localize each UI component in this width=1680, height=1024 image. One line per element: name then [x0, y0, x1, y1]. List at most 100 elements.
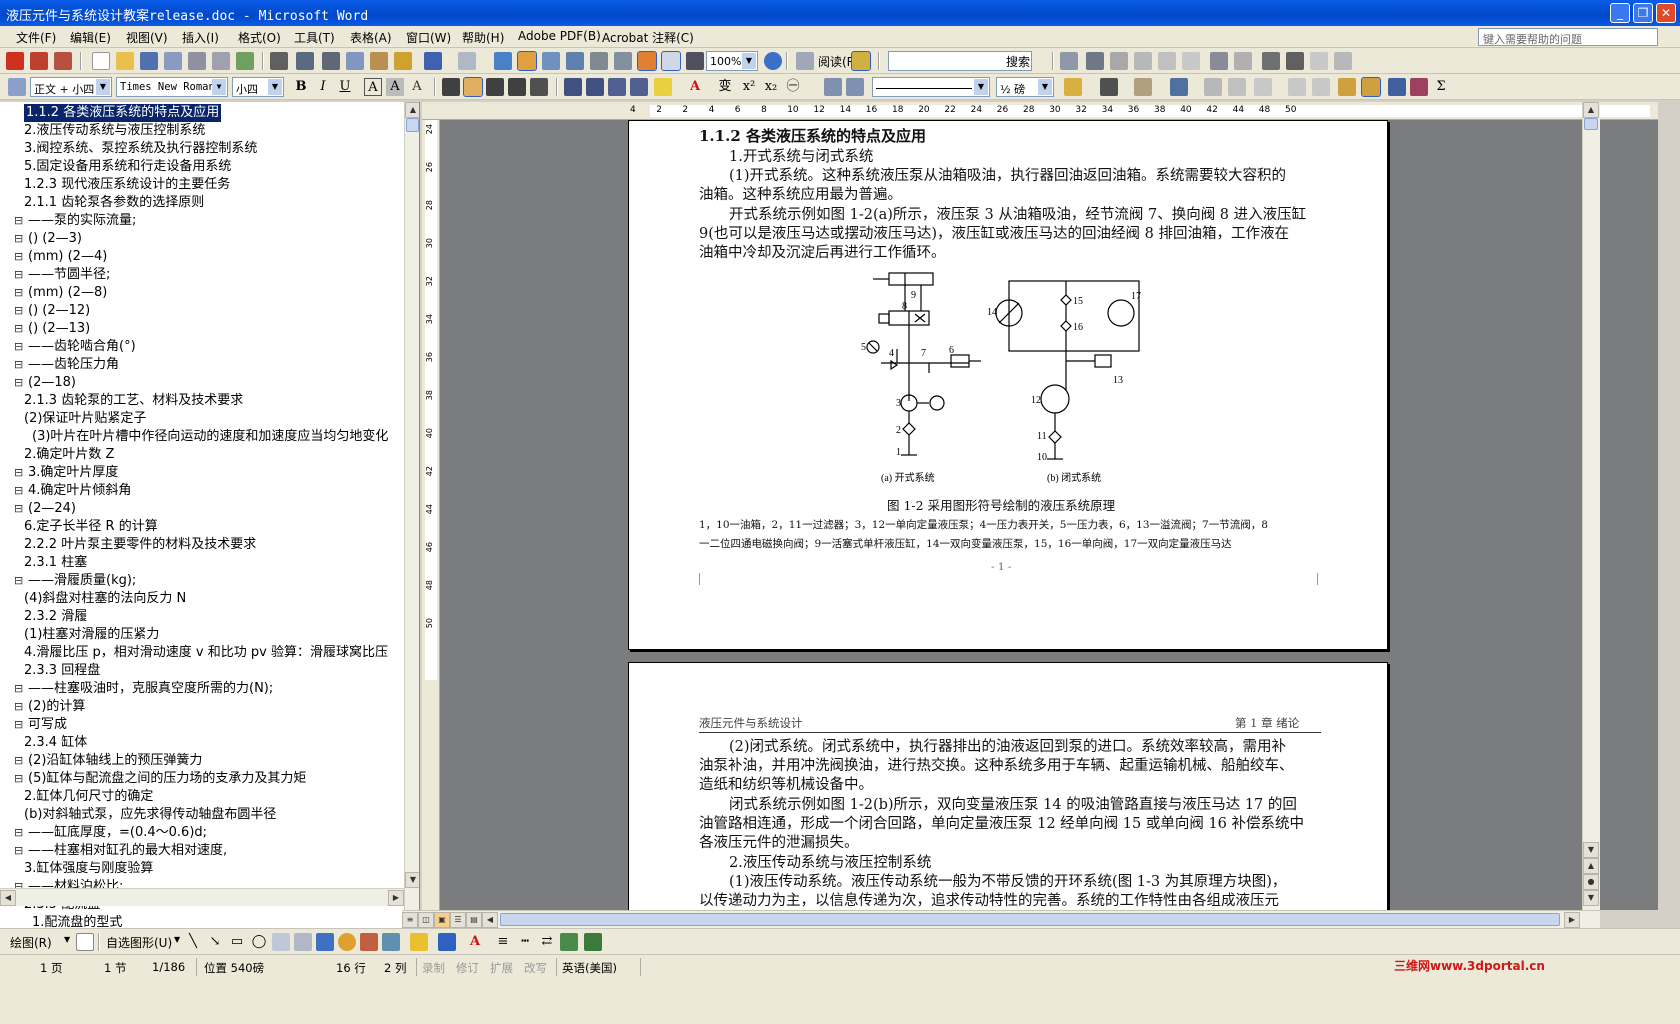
font-select[interactable]: Times New Roman ▼: [116, 77, 228, 97]
scroll-left-icon[interactable]: ◀: [0, 890, 16, 906]
document-map-item[interactable]: 2.1.1 齿轮泵各参数的选择原则: [0, 194, 404, 212]
border-color-icon[interactable]: [1064, 78, 1082, 96]
document-map-item[interactable]: 5.固定设备用系统和行走设备用系统: [0, 158, 404, 176]
insert-picture-icon[interactable]: [382, 933, 400, 951]
line-spacing-icon[interactable]: [530, 78, 548, 96]
reset-picture-icon[interactable]: [1334, 52, 1352, 70]
read-mode-icon[interactable]: [796, 52, 814, 70]
menu-adobe-pdf[interactable]: Adobe PDF(B): [518, 29, 601, 43]
document-map-item[interactable]: 2.液压传动系统与液压控制系统: [0, 122, 404, 140]
research-icon[interactable]: [296, 52, 314, 70]
line-tool-icon[interactable]: ╲: [184, 933, 202, 951]
collapse-icon[interactable]: ⊟: [14, 824, 23, 842]
document-map-item[interactable]: ⊟ () (2—3): [0, 230, 404, 248]
compress-icon[interactable]: [1234, 52, 1252, 70]
increase-indent-icon[interactable]: [630, 78, 648, 96]
collapse-icon[interactable]: ⊟: [14, 680, 23, 698]
traditional-chinese-icon[interactable]: [270, 52, 288, 70]
collapse-icon[interactable]: ⊟: [14, 230, 23, 248]
shading-icon[interactable]: [1134, 78, 1152, 96]
scroll-left-icon[interactable]: ◀: [482, 912, 498, 928]
outline-view-icon[interactable]: ☰: [450, 912, 466, 928]
document-map-item[interactable]: ⊟ (mm) (2—4): [0, 248, 404, 266]
document-map-item[interactable]: 2.缸体几何尺寸的确定: [0, 788, 404, 806]
print-preview-icon[interactable]: [212, 52, 230, 70]
save-icon[interactable]: [140, 52, 158, 70]
document-page-2[interactable]: 液压元件与系统设计 第 1 章 绪论 (2)闭式系统。闭式系统中，执行器排出的油…: [628, 662, 1388, 922]
document-map-item[interactable]: ⊟ ——齿轮压力角: [0, 356, 404, 374]
tables-borders-icon[interactable]: [517, 51, 537, 71]
minimize-button[interactable]: _: [1610, 3, 1630, 23]
merge-cells-icon[interactable]: [1204, 78, 1222, 96]
autoshapes-button[interactable]: 自选图形(U): [106, 934, 172, 951]
document-map-item[interactable]: 2.3.3 回程盘: [0, 662, 404, 680]
menu-tools[interactable]: 工具(T): [294, 29, 335, 46]
columns-icon[interactable]: [590, 52, 608, 70]
document-map-item[interactable]: 2.2.2 叶片泵主要零件的材料及技术要求: [0, 536, 404, 554]
insert-excel-icon[interactable]: [566, 52, 584, 70]
copy-icon[interactable]: [346, 52, 364, 70]
font-color-button[interactable]: A: [686, 78, 704, 96]
document-map-item[interactable]: 2.3.2 滑履: [0, 608, 404, 626]
rotate-icon[interactable]: [1182, 52, 1200, 70]
text-wrap-icon[interactable]: [1262, 52, 1280, 70]
italic-button[interactable]: I: [314, 78, 332, 96]
document-map-icon[interactable]: [637, 51, 657, 71]
menu-edit[interactable]: 编辑(E): [70, 29, 111, 46]
document-page-1[interactable]: 1.1.2 各类液压系统的特点及应用 1.开式系统与闭式系统 (1)开式系统。这…: [628, 120, 1388, 650]
collapse-icon[interactable]: ⊟: [14, 302, 23, 320]
scroll-right-icon[interactable]: ▶: [388, 890, 404, 906]
horizontal-ruler[interactable]: 4 2 2 4 6 8 10 12 14 16 18 20 22 24 26 28 30 32 34 36 38 40 42…: [422, 102, 1658, 120]
align-cells-icon[interactable]: [1254, 78, 1272, 96]
numbering-icon[interactable]: [564, 78, 582, 96]
paragraph-mark-icon[interactable]: [686, 52, 704, 70]
collapse-icon[interactable]: ⊟: [14, 212, 23, 230]
collapse-icon[interactable]: ⊟: [14, 770, 23, 788]
highlight-icon[interactable]: [654, 78, 672, 96]
redo-icon[interactable]: [458, 52, 476, 70]
spelling-icon[interactable]: [236, 52, 254, 70]
scroll-down-icon[interactable]: ▼: [405, 872, 419, 888]
enclose-char-button[interactable]: ㊀: [784, 78, 802, 96]
collapse-icon[interactable]: ⊟: [14, 338, 23, 356]
document-map-item[interactable]: ⊟ 3.确定叶片厚度: [0, 464, 404, 482]
mode-toggle-icon[interactable]: [851, 51, 871, 71]
diagram-icon[interactable]: [338, 933, 356, 951]
sort-desc-icon[interactable]: [1410, 78, 1428, 96]
collapse-icon[interactable]: ⊟: [14, 698, 23, 716]
collapse-icon[interactable]: ⊟: [14, 752, 23, 770]
next-page-icon[interactable]: ▼: [1583, 890, 1599, 906]
char-scale-button[interactable]: A: [408, 78, 426, 96]
menu-help[interactable]: 帮助(H): [462, 29, 504, 46]
autoformat-icon[interactable]: [1338, 78, 1356, 96]
document-map-item[interactable]: ⊟ ——齿轮啮合角(°): [0, 338, 404, 356]
select-objects-icon[interactable]: [76, 933, 94, 951]
document-map-item[interactable]: 4.滑履比压 p，相对滑动速度 v 和比功 pv 验算：滑履球窝比压: [0, 644, 404, 662]
document-map-item[interactable]: 1.2.3 现代液压系统设计的主要任务: [0, 176, 404, 194]
insert-table-icon-2[interactable]: [1170, 78, 1188, 96]
collapse-icon[interactable]: ⊟: [14, 482, 23, 500]
split-cells-icon[interactable]: [1228, 78, 1246, 96]
menu-view[interactable]: 视图(V): [126, 29, 168, 46]
help-icon[interactable]: [764, 52, 782, 70]
menu-acrobat-comments[interactable]: Acrobat 注释(C): [602, 29, 694, 46]
document-map-item[interactable]: ⊟ () (2—13): [0, 320, 404, 338]
collapse-icon[interactable]: ⊟: [14, 284, 23, 302]
outline-icon[interactable]: [824, 78, 842, 96]
hydraulic-schematic-figure[interactable]: 9 8 5 4 7 6 3 2 1 14 15 17 16 13 12 11 1…: [859, 271, 1189, 496]
format-painter-icon[interactable]: [394, 52, 412, 70]
char-border-button[interactable]: A: [364, 78, 382, 96]
dash-style-icon[interactable]: ┅: [516, 933, 534, 951]
document-map-item[interactable]: (1)柱塞对滑履的压紧力: [0, 626, 404, 644]
status-extend[interactable]: 扩展: [490, 960, 513, 976]
document-map-item[interactable]: ⊟ (2—24): [0, 500, 404, 518]
menu-window[interactable]: 窗口(W): [406, 29, 451, 46]
status-record[interactable]: 录制: [422, 960, 445, 976]
pinyin-button[interactable]: 变: [716, 78, 734, 96]
format-picture-icon[interactable]: [1286, 52, 1304, 70]
oval-tool-icon[interactable]: ◯: [250, 933, 268, 951]
search-button[interactable]: 搜索: [1006, 53, 1030, 70]
subscript-button[interactable]: x₂: [762, 78, 780, 96]
gridlines-icon[interactable]: [1361, 77, 1381, 97]
document-map-item[interactable]: ⊟ (mm) (2—8): [0, 284, 404, 302]
